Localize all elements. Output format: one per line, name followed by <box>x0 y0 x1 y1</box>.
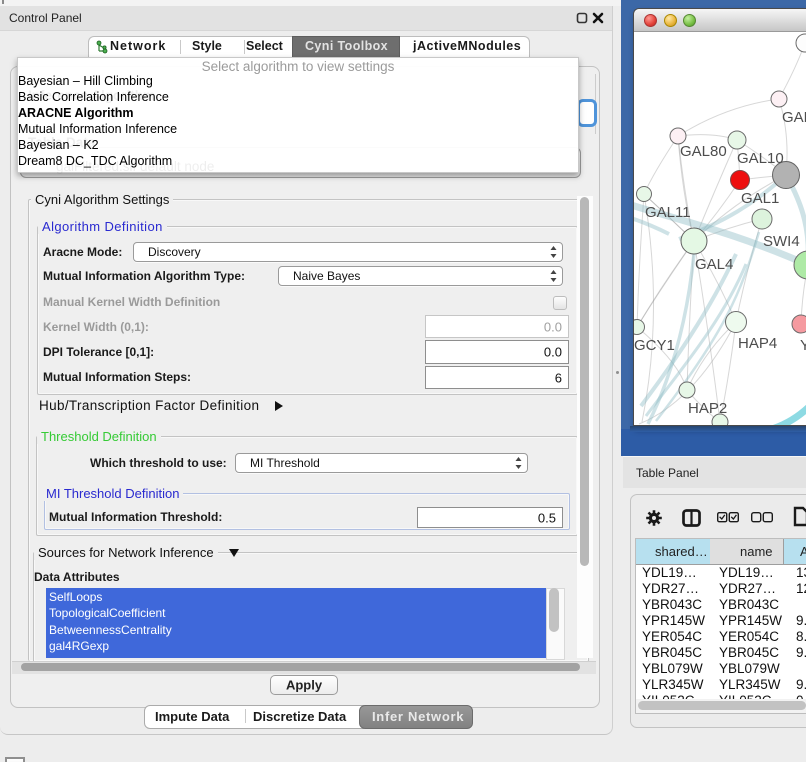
svg-text:GAL4: GAL4 <box>695 256 733 273</box>
svg-text:GCY1: GCY1 <box>634 337 675 354</box>
svg-text:Y: Y <box>800 337 806 354</box>
svg-text:HAP2: HAP2 <box>688 400 727 417</box>
svg-text:GAL11: GAL11 <box>645 204 691 221</box>
svg-text:HAP4: HAP4 <box>738 335 777 352</box>
svg-text:GAL10: GAL10 <box>737 150 784 167</box>
svg-text:GAL1: GAL1 <box>741 190 779 207</box>
svg-text:GAL80: GAL80 <box>680 143 727 160</box>
svg-text:SWI4: SWI4 <box>763 233 800 250</box>
svg-text:GAL7: GAL7 <box>782 109 806 126</box>
